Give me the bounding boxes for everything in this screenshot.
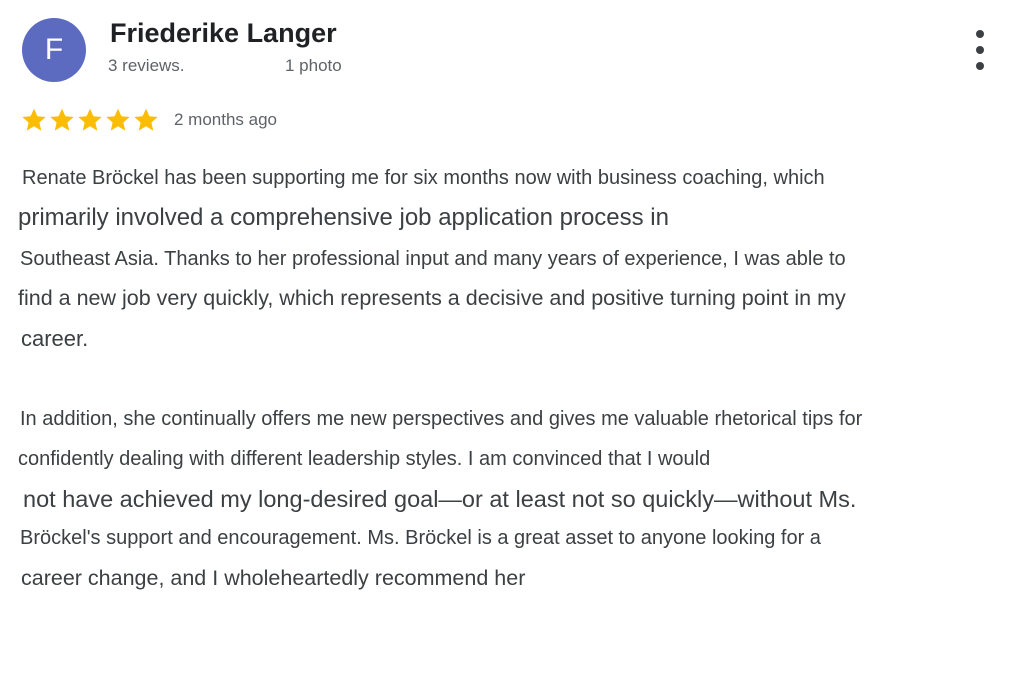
- star-icon: [22, 108, 46, 131]
- reviewer-photo-count: 1 photo: [285, 56, 342, 75]
- review-date: 2 months ago: [174, 110, 278, 129]
- review-text-line: Bröckel's support and encouragement. Ms.…: [20, 527, 821, 549]
- rating-row: 2 months ago: [20, 104, 277, 136]
- review-text-line: Renate Bröckel has been supporting me fo…: [22, 167, 825, 189]
- star-icon: [50, 108, 74, 131]
- more-options-button[interactable]: [964, 30, 996, 70]
- star-icon: [106, 108, 130, 131]
- reviewer-review-count: 3 reviews.: [108, 56, 185, 75]
- reviewer-name[interactable]: Friederike Langer: [110, 18, 337, 49]
- star-rating: [20, 106, 160, 134]
- review-text-line: primarily involved a comprehensive job a…: [18, 204, 669, 231]
- review-text-line: In addition, she continually offers me n…: [20, 408, 863, 430]
- review-text-line: not have achieved my long-desired goal—o…: [23, 486, 857, 512]
- review-text-line: career.: [21, 326, 89, 351]
- star-icon: [134, 108, 158, 131]
- reviewer-avatar[interactable]: F: [22, 18, 86, 82]
- more-vertical-icon: [976, 30, 984, 38]
- review-text-line: Southeast Asia. Thanks to her profession…: [20, 248, 846, 270]
- review-text-line: find a new job very quickly, which repre…: [18, 286, 846, 310]
- review-text-line: career change, and I wholeheartedly reco…: [21, 566, 526, 590]
- star-icon: [78, 108, 102, 131]
- review-text-line: confidently dealing with different leade…: [18, 448, 711, 470]
